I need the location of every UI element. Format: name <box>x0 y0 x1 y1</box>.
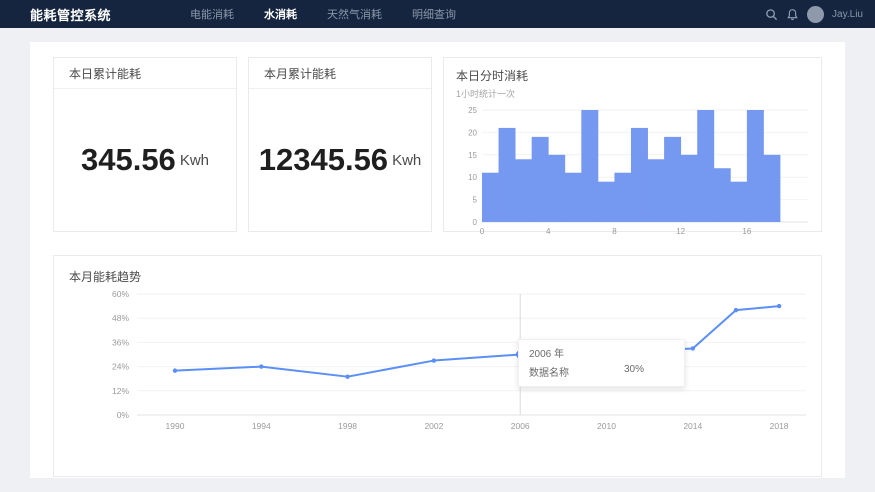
today-energy-card: 本日累计能耗 345.56 Kwh <box>53 57 237 232</box>
bar[interactable] <box>631 128 648 222</box>
bar[interactable] <box>581 110 598 222</box>
tooltip-series-name: 数据名称 <box>529 364 569 379</box>
main-nav: 电能消耗 水消耗 天然气消耗 明细查询 <box>190 0 456 28</box>
axis-label: 1998 <box>338 421 357 431</box>
tooltip-title: 2006 年 <box>529 345 674 360</box>
tooltip-value: 30% <box>624 364 644 379</box>
bar[interactable] <box>714 168 731 222</box>
bar[interactable] <box>548 155 565 222</box>
data-point[interactable] <box>432 358 436 362</box>
axis-label: 5 <box>473 196 478 205</box>
top-header: 能耗管控系统 电能消耗 水消耗 天然气消耗 明细查询 Jay.Liu <box>0 0 875 28</box>
bar[interactable] <box>515 159 532 222</box>
bar[interactable] <box>614 173 631 222</box>
axis-label: 4 <box>546 227 551 236</box>
bar[interactable] <box>747 110 764 222</box>
month-energy-value: 12345.56 <box>259 142 388 178</box>
month-energy-card: 本月累计能耗 12345.56 Kwh <box>248 57 432 232</box>
trend-chart-title: 本月能耗趋势 <box>69 268 806 285</box>
axis-label: 24% <box>112 362 129 372</box>
axis-label: 0% <box>117 410 130 420</box>
axis-label: 48% <box>112 313 129 323</box>
monthly-trend-card: 本月能耗趋势 0% 12% 24% 36% 48% 60% 1990 1994 1998 2002… <box>53 255 822 477</box>
axis-label: 0 <box>473 218 478 227</box>
axis-label: 60% <box>112 289 129 299</box>
bar[interactable] <box>763 155 780 222</box>
data-point[interactable] <box>173 368 177 372</box>
nav-item[interactable]: 明细查询 <box>412 6 456 22</box>
data-point[interactable] <box>734 308 738 312</box>
today-energy-value: 345.56 <box>81 142 176 178</box>
bar[interactable] <box>664 137 681 222</box>
axis-label: 15 <box>468 151 477 160</box>
search-icon[interactable] <box>765 8 778 21</box>
app-title: 能耗管控系统 <box>30 5 111 24</box>
bar[interactable] <box>730 182 747 222</box>
axis-label: 2002 <box>424 421 443 431</box>
axis-label: 12 <box>676 227 685 236</box>
bar[interactable] <box>482 173 499 222</box>
hourly-chart-title: 本日分时消耗 <box>456 67 814 84</box>
nav-item[interactable]: 天然气消耗 <box>327 6 382 22</box>
axis-label: 8 <box>612 227 617 236</box>
today-energy-unit: Kwh <box>180 152 209 169</box>
axis-label: 20 <box>468 128 477 137</box>
trend-line-chart: 0% 12% 24% 36% 48% 60% 1990 1994 1998 2002 2006 201… <box>69 287 829 437</box>
kpi-row: 本日累计能耗 345.56 Kwh 本月累计能耗 12345.56 Kwh 本日… <box>53 57 822 232</box>
data-point[interactable] <box>259 364 263 368</box>
month-card-title: 本月累计能耗 <box>264 65 336 82</box>
bar[interactable] <box>681 155 698 222</box>
month-card-header: 本月累计能耗 <box>249 58 431 89</box>
user-avatar[interactable] <box>807 6 824 23</box>
axis-label: 1990 <box>166 421 185 431</box>
today-card-header: 本日累计能耗 <box>54 58 236 89</box>
content-panel: 本日累计能耗 345.56 Kwh 本月累计能耗 12345.56 Kwh 本日… <box>30 42 845 478</box>
axis-label: 2006 <box>511 421 530 431</box>
today-card-body: 345.56 Kwh <box>54 89 236 231</box>
trend-line <box>175 306 779 377</box>
bell-icon[interactable] <box>786 8 799 21</box>
nav-item[interactable]: 水消耗 <box>264 6 297 22</box>
month-card-body: 12345.56 Kwh <box>249 89 431 231</box>
axis-label: 36% <box>112 337 129 347</box>
nav-item[interactable]: 电能消耗 <box>190 6 234 22</box>
data-point[interactable] <box>777 304 781 308</box>
month-energy-unit: Kwh <box>392 152 421 169</box>
axis-label: 10 <box>468 173 477 182</box>
axis-label: 2014 <box>683 421 702 431</box>
today-card-title: 本日累计能耗 <box>69 65 141 82</box>
data-point[interactable] <box>345 374 349 378</box>
data-point[interactable] <box>691 346 695 350</box>
bar[interactable] <box>565 173 582 222</box>
bar[interactable] <box>598 182 615 222</box>
axis-label: 16 <box>742 227 751 236</box>
bar[interactable] <box>499 128 516 222</box>
axis-label: 12% <box>112 386 129 396</box>
user-name: Jay.Liu <box>832 9 863 20</box>
axis-label: 2018 <box>770 421 789 431</box>
header-right: Jay.Liu <box>765 0 863 28</box>
tooltip-row: 数据名称 30% <box>529 364 674 379</box>
bar[interactable] <box>697 110 714 222</box>
bar[interactable] <box>648 159 665 222</box>
chart-tooltip: 2006 年 数据名称 30% <box>518 339 685 387</box>
hourly-consumption-card: 本日分时消耗 1小时统计一次 05101520250481216 <box>443 57 822 232</box>
axis-label: 2010 <box>597 421 616 431</box>
hourly-bar-chart: 0 5 10 15 20 25 0 4 8 12 16 <box>456 102 814 240</box>
bar[interactable] <box>532 137 549 222</box>
axis-label: 1994 <box>252 421 271 431</box>
axis-label: 25 <box>468 106 477 115</box>
axis-label: 0 <box>480 227 485 236</box>
hourly-chart-subtitle: 1小时统计一次 <box>456 87 814 100</box>
